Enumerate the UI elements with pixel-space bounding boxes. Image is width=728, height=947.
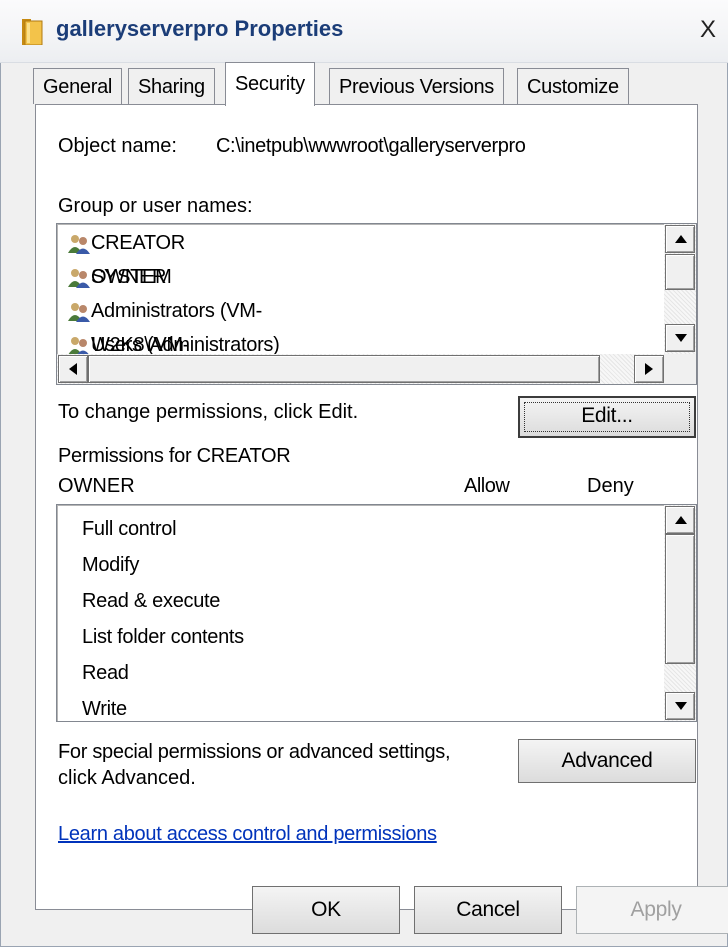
scroll-down-button[interactable] bbox=[665, 324, 695, 352]
permission-modify: Modify bbox=[82, 554, 140, 576]
window-title: galleryserverpro Properties bbox=[56, 16, 344, 41]
deny-column-header: Deny bbox=[587, 475, 634, 497]
security-panel: Object name: C:\inetpub\wwwroot\gallerys… bbox=[35, 104, 698, 910]
scroll-corner bbox=[664, 354, 696, 384]
groups-label: Group or user names: bbox=[58, 195, 253, 217]
properties-dialog: galleryserverpro Properties X General Sh… bbox=[0, 0, 728, 947]
permission-full-control: Full control bbox=[82, 518, 177, 540]
users-group-icon bbox=[67, 266, 91, 288]
scroll-down-button[interactable] bbox=[665, 692, 695, 720]
tab-sharing[interactable]: Sharing bbox=[128, 68, 215, 104]
permissions-for-label-line2: OWNER bbox=[58, 475, 135, 497]
hscroll-thumb[interactable] bbox=[88, 355, 600, 383]
scroll-thumb[interactable] bbox=[665, 534, 695, 664]
folder-icon bbox=[22, 19, 44, 46]
object-name-label: Object name: bbox=[58, 135, 177, 157]
focus-rectangle bbox=[524, 402, 690, 432]
special-permissions-text-line2: click Advanced. bbox=[58, 767, 196, 789]
scroll-thumb[interactable] bbox=[665, 254, 695, 290]
apply-button[interactable]: Apply bbox=[576, 886, 728, 934]
permission-read-execute: Read & execute bbox=[82, 590, 221, 612]
tab-security[interactable]: Security bbox=[225, 62, 315, 106]
users-group-icon bbox=[67, 232, 91, 254]
close-button[interactable]: X bbox=[700, 14, 728, 46]
allow-column-header: Allow bbox=[464, 475, 510, 497]
special-permissions-text-line1: For special permissions or advanced sett… bbox=[58, 741, 451, 763]
tab-general[interactable]: General bbox=[33, 68, 123, 104]
scroll-left-button[interactable] bbox=[58, 355, 88, 383]
scroll-up-button[interactable] bbox=[665, 506, 695, 534]
cancel-button[interactable]: Cancel bbox=[414, 886, 562, 934]
scroll-up-button[interactable] bbox=[665, 225, 695, 253]
list-item-label: SYSTEM bbox=[91, 266, 172, 288]
tab-customize[interactable]: Customize bbox=[517, 68, 629, 104]
tab-previous-versions[interactable]: Previous Versions bbox=[329, 68, 504, 104]
group-user-list[interactable]: CREATOR OWNER SYSTEM Administrators (VM-… bbox=[56, 223, 697, 385]
permission-read: Read bbox=[82, 662, 129, 684]
learn-access-control-link[interactable]: Learn about access control and permissio… bbox=[58, 823, 437, 846]
permission-list-folder-contents: List folder contents bbox=[82, 626, 244, 648]
permission-write: Write bbox=[82, 698, 127, 720]
change-permissions-hint: To change permissions, click Edit. bbox=[58, 401, 359, 423]
scroll-right-button[interactable] bbox=[634, 355, 664, 383]
users-group-icon bbox=[67, 300, 91, 322]
edit-button[interactable]: Edit... bbox=[518, 396, 696, 438]
permissions-for-label-line1: Permissions for CREATOR bbox=[58, 445, 291, 467]
object-name-value: C:\inetpub\wwwroot\galleryserverpro bbox=[216, 135, 526, 157]
title-bar: galleryserverpro Properties X bbox=[0, 0, 728, 63]
permissions-list[interactable]: Full control Modify Read & execute List … bbox=[56, 504, 697, 722]
ok-button[interactable]: OK bbox=[252, 886, 400, 934]
users-group-icon bbox=[67, 334, 91, 356]
advanced-button[interactable]: Advanced bbox=[518, 739, 696, 783]
